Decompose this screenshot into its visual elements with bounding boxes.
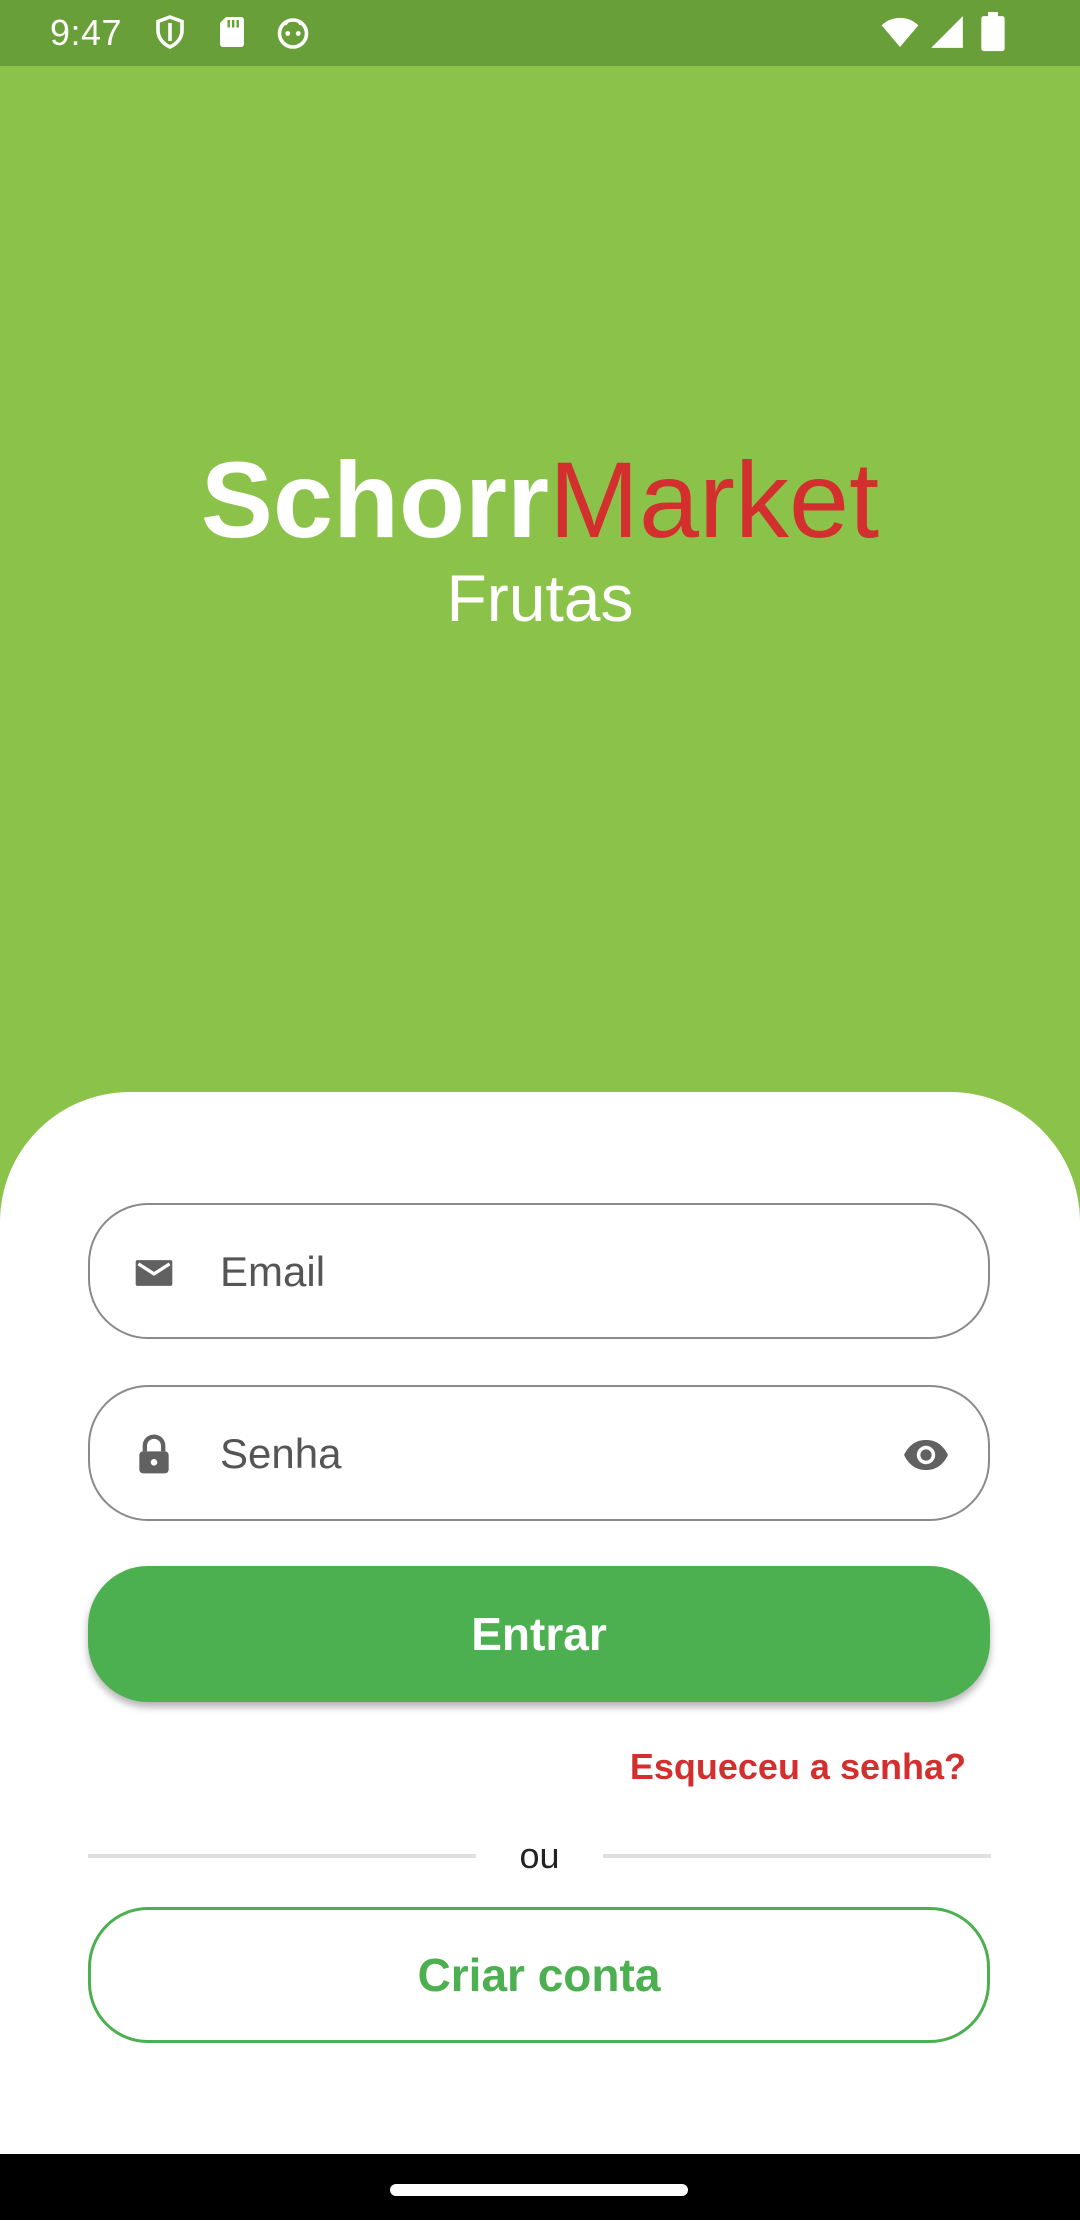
shield-icon <box>152 14 188 50</box>
lock-icon <box>132 1433 176 1477</box>
visibility-toggle-icon[interactable] <box>902 1431 950 1479</box>
home-gesture-handle[interactable] <box>390 2184 688 2196</box>
login-button[interactable]: Entrar <box>88 1566 990 1702</box>
divider-label: ou <box>519 1835 560 1876</box>
divider-right <box>603 1854 991 1858</box>
forgot-password-link[interactable]: Esqueceu a senha? <box>630 1742 966 1792</box>
password-placeholder: Senha <box>220 1430 342 1477</box>
email-field[interactable]: Email <box>88 1203 990 1339</box>
app-title-market: Market <box>549 439 880 560</box>
divider-left <box>88 1854 476 1858</box>
battery-icon <box>978 12 1008 52</box>
brand-header: SchorrMarket Frutas <box>0 440 1080 638</box>
signal-icon <box>928 13 966 51</box>
app-title: SchorrMarket <box>0 440 1080 560</box>
app-title-schorr: Schorr <box>200 439 550 560</box>
app-subtitle: Frutas <box>446 561 634 635</box>
mail-icon <box>132 1251 176 1295</box>
android-head-icon <box>275 14 311 50</box>
navigation-bar <box>0 2154 1080 2220</box>
login-screen: 9:47 SchorrMarket Frutas Email Senha Ent… <box>0 0 1080 2220</box>
password-field[interactable]: Senha <box>88 1385 990 1521</box>
sd-card-icon <box>214 14 250 50</box>
status-time: 9:47 <box>50 12 123 53</box>
create-account-button[interactable]: Criar conta <box>88 1907 990 2043</box>
email-placeholder: Email <box>220 1248 326 1295</box>
status-bar: 9:47 <box>0 0 1080 66</box>
wifi-icon <box>880 12 920 52</box>
